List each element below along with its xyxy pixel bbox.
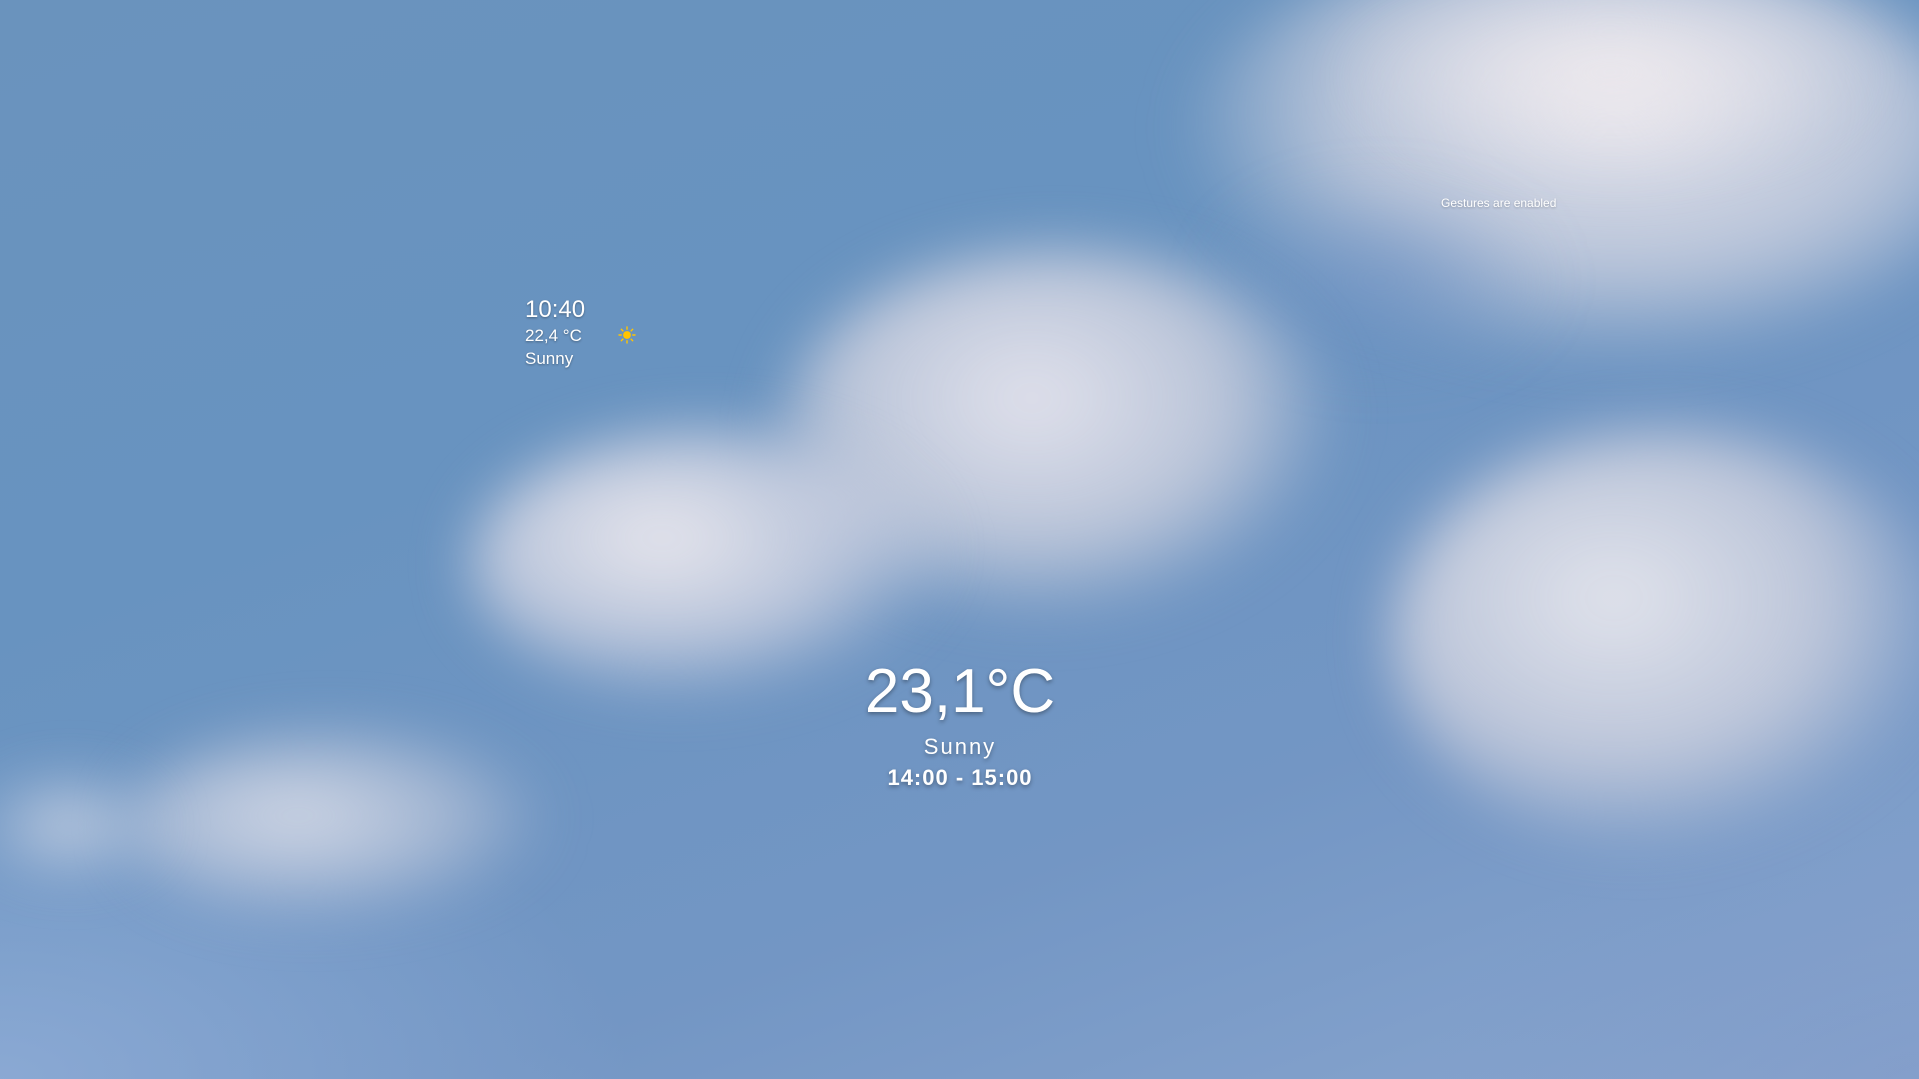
gestures-status-text: Gestures are enabled (1441, 196, 1557, 210)
forecast-condition: Sunny (923, 734, 997, 759)
current-condition: Sunny (525, 349, 574, 368)
cloud (0, 770, 170, 880)
current-weather-widget[interactable]: 10:40 22,4 °C Sunny (525, 295, 645, 370)
sky-background (0, 0, 1919, 1079)
cloud (1330, 0, 1890, 180)
forecast-panel: 23,1°C Sunny 14:00 - 15:00 (760, 652, 1160, 794)
sun-icon (618, 326, 636, 344)
forecast-temperature: 23,1°C (864, 657, 1056, 726)
cloud (1390, 430, 1919, 850)
current-time: 10:40 (525, 296, 586, 323)
forecast-time-range: 14:00 - 15:00 (887, 765, 1033, 790)
cloud (130, 730, 550, 920)
